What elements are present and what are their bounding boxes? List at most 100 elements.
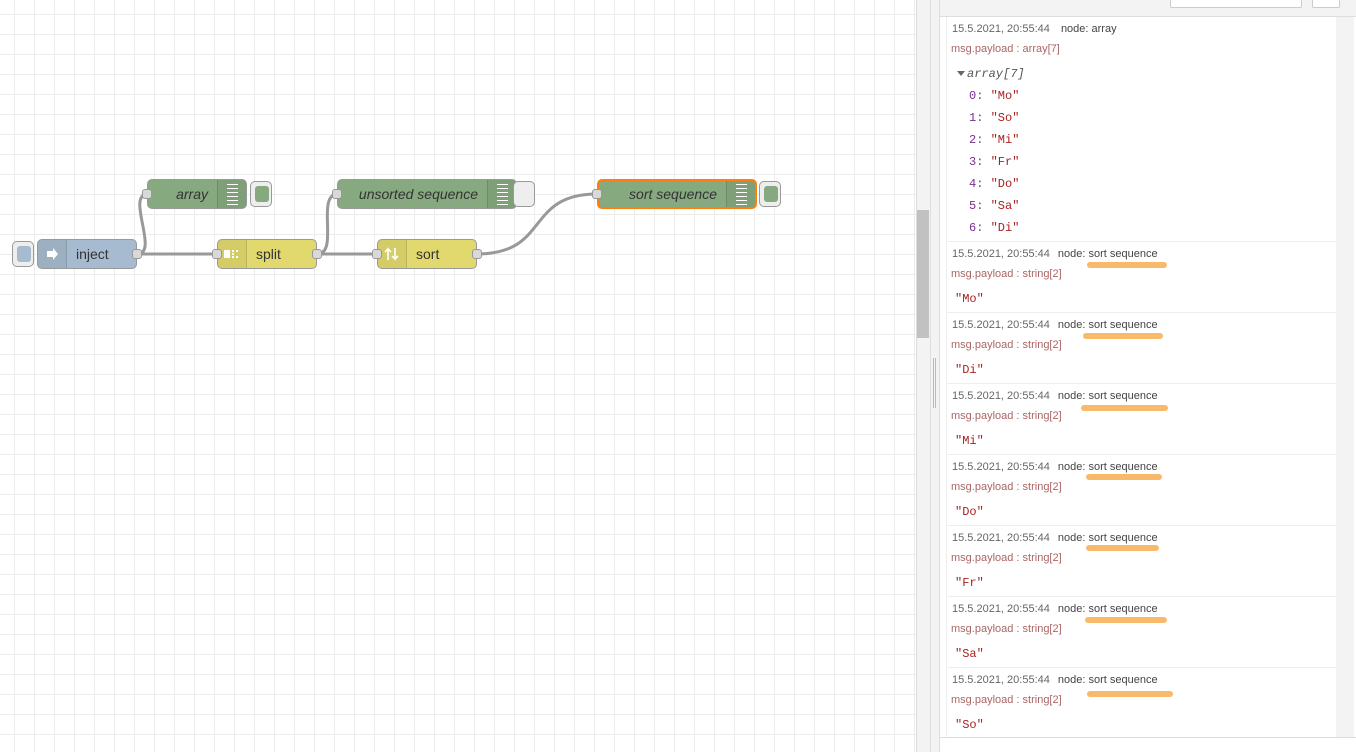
array-item-value: "So" — [990, 111, 1020, 125]
message-node-ref[interactable]: node: sort sequence — [1058, 319, 1158, 331]
message-node-ref[interactable]: node: sort sequence — [1058, 603, 1158, 615]
unsorted-toggle-swatch — [518, 186, 532, 202]
debug-message: 15.5.2021, 20:55:44 node: sort sequence m… — [947, 313, 1337, 384]
message-node-ref[interactable]: node: sort sequence — [1058, 461, 1158, 473]
node-unsorted-sequence-label: unsorted sequence — [358, 186, 478, 202]
node-prefix: node: — [1057, 674, 1086, 686]
debug-message-list[interactable]: 15.5.2021, 20:55:44 node: array msg.payl… — [946, 17, 1337, 737]
message-timestamp: 15.5.2021, 20:55:44 — [952, 674, 1050, 686]
sort-icon — [378, 240, 407, 268]
port-array-in[interactable] — [142, 189, 152, 199]
node-name: sort sequence — [1088, 390, 1158, 402]
message-node-ref[interactable]: node: sort sequence — [1058, 248, 1158, 260]
debug-message: 15.5.2021, 20:55:44 node: sort sequence m… — [947, 597, 1337, 668]
message-node-ref[interactable]: node: array — [1061, 23, 1117, 35]
message-value[interactable]: "Fr" — [955, 576, 984, 590]
node-array-label: array — [176, 186, 208, 202]
node-prefix: node: — [1057, 390, 1086, 402]
caret-down-icon — [957, 71, 965, 77]
array-item-value: "Di" — [990, 221, 1020, 235]
message-timestamp: 15.5.2021, 20:55:44 — [952, 461, 1050, 473]
message-meta: 15.5.2021, 20:55:44 node: sort sequence — [952, 390, 1158, 402]
message-topic: msg.payload : string[2] — [951, 268, 1062, 280]
debug-message: 15.5.2021, 20:55:44 node: sort sequence m… — [947, 668, 1337, 737]
port-inject-out[interactable] — [132, 249, 142, 259]
message-meta: 15.5.2021, 20:55:44 node: sort sequence — [952, 674, 1158, 686]
message-topic: msg.payload : string[2] — [951, 410, 1062, 422]
annotation-highlight — [1085, 617, 1167, 623]
message-meta: 15.5.2021, 20:55:44 node: sort sequence — [952, 603, 1158, 615]
flow-workspace[interactable]: inject array split unsorted sequence sor… — [0, 0, 916, 752]
debug-sidebar: 15.5.2021, 20:55:44 node: array msg.payl… — [940, 0, 1356, 753]
node-sort[interactable]: sort — [377, 239, 477, 269]
message-timestamp: 15.5.2021, 20:55:44 — [952, 319, 1050, 331]
message-value[interactable]: "Sa" — [955, 647, 984, 661]
node-inject[interactable]: inject — [37, 239, 137, 269]
node-split-label: split — [256, 246, 281, 262]
port-sort-in[interactable] — [372, 249, 382, 259]
message-value[interactable]: "Mo" — [955, 292, 984, 306]
array-item-value: "Sa" — [990, 199, 1020, 213]
message-topic: msg.payload : string[2] — [951, 481, 1062, 493]
inject-trigger-button[interactable] — [12, 241, 34, 267]
array-item-key: 1: — [969, 111, 984, 125]
unsorted-toggle-button[interactable] — [513, 181, 535, 207]
message-meta: 15.5.2021, 20:55:44 node: sort sequence — [952, 461, 1158, 473]
debug-clear-button[interactable] — [1312, 0, 1340, 8]
node-array[interactable]: array — [147, 179, 247, 209]
array-item: 4: "Do" — [969, 177, 1019, 191]
array-item-value: "Do" — [990, 177, 1020, 191]
message-value[interactable]: "So" — [955, 718, 984, 732]
array-item-value: "Fr" — [990, 155, 1020, 169]
array-item-value: "Mi" — [990, 133, 1020, 147]
node-inject-label: inject — [76, 246, 109, 262]
sortsequence-toggle-button[interactable] — [759, 181, 781, 207]
debug-message: 15.5.2021, 20:55:44 node: sort sequence m… — [947, 242, 1337, 313]
array-item-key: 6: — [969, 221, 984, 235]
array-toggle-button[interactable] — [250, 181, 272, 207]
workspace-scrollbar[interactable] — [916, 0, 930, 752]
port-sort-out[interactable] — [472, 249, 482, 259]
arrow-in-icon — [38, 240, 67, 268]
node-prefix: node: — [1057, 532, 1086, 544]
node-prefix: node: — [1057, 603, 1086, 615]
message-timestamp: 15.5.2021, 20:55:44 — [952, 390, 1050, 402]
port-sortsequence-in[interactable] — [592, 189, 602, 199]
debug-list-icon — [726, 181, 755, 207]
message-value[interactable]: "Do" — [955, 505, 984, 519]
port-unsorted-in[interactable] — [332, 189, 342, 199]
port-split-out[interactable] — [312, 249, 322, 259]
message-node-ref[interactable]: node: sort sequence — [1058, 390, 1158, 402]
port-split-in[interactable] — [212, 249, 222, 259]
message-meta: 15.5.2021, 20:55:44 node: array — [952, 23, 1117, 35]
workspace-scrollbar-thumb[interactable] — [917, 210, 929, 338]
message-node-ref[interactable]: node: sort sequence — [1058, 532, 1158, 544]
node-name: sort sequence — [1088, 674, 1158, 686]
node-sort-sequence[interactable]: sort sequence — [597, 179, 757, 209]
message-value[interactable]: "Mi" — [955, 434, 984, 448]
array-tree-toggle[interactable]: array[7] — [957, 67, 1025, 81]
node-prefix: node: — [1060, 23, 1089, 35]
array-item: 0: "Mo" — [969, 89, 1019, 103]
debug-scrollbar[interactable] — [1336, 17, 1354, 737]
array-item-key: 5: — [969, 199, 984, 213]
array-item: 1: "So" — [969, 111, 1019, 125]
message-timestamp: 15.5.2021, 20:55:44 — [952, 248, 1050, 260]
splitter-grip-icon[interactable] — [933, 358, 936, 408]
message-node-ref[interactable]: node: sort sequence — [1058, 674, 1158, 686]
node-split[interactable]: split — [217, 239, 317, 269]
message-value[interactable]: "Di" — [955, 363, 984, 377]
annotation-highlight — [1081, 405, 1168, 411]
array-toggle-swatch — [255, 186, 269, 202]
message-meta: 15.5.2021, 20:55:44 node: sort sequence — [952, 532, 1158, 544]
message-timestamp: 15.5.2021, 20:55:44 — [952, 23, 1050, 35]
debug-message: 15.5.2021, 20:55:44 node: sort sequence m… — [947, 526, 1337, 597]
wire-split-unsorted[interactable] — [316, 192, 339, 256]
annotation-highlight — [1086, 474, 1162, 480]
node-name: sort sequence — [1088, 532, 1158, 544]
node-unsorted-sequence[interactable]: unsorted sequence — [337, 179, 517, 209]
array-item: 5: "Sa" — [969, 199, 1019, 213]
annotation-highlight — [1083, 333, 1163, 339]
debug-filter-input[interactable] — [1170, 0, 1302, 8]
node-prefix: node: — [1057, 461, 1086, 473]
